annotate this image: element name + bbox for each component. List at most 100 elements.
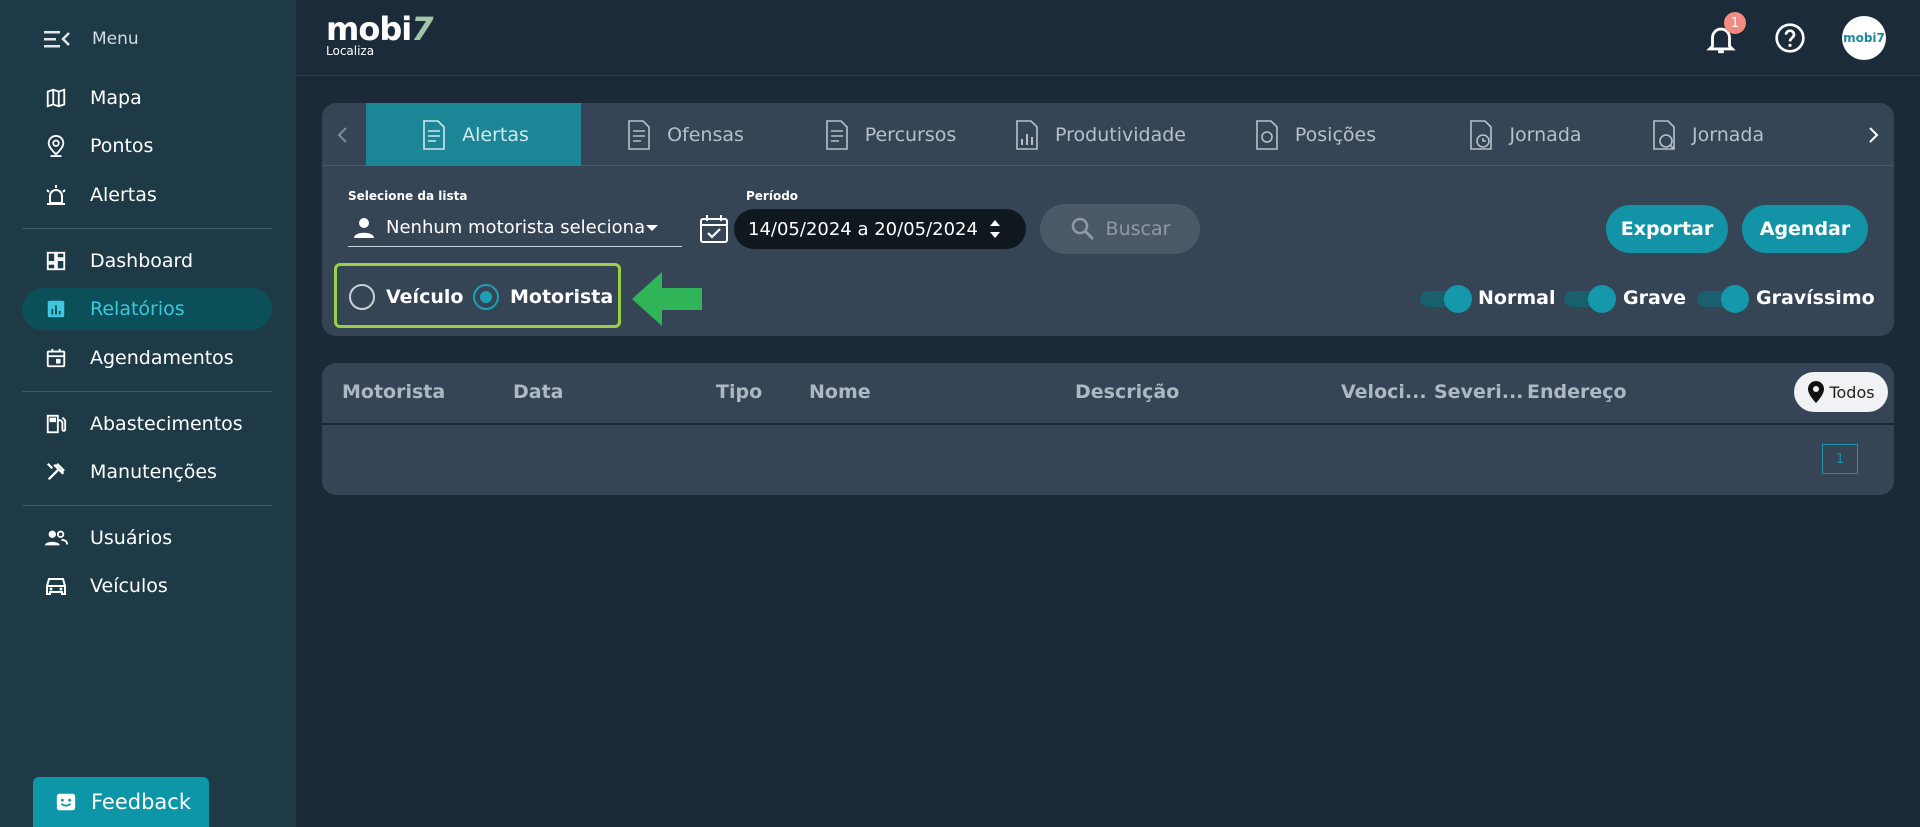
todos-map-button[interactable]: Todos bbox=[1794, 372, 1888, 412]
radio-vehicle[interactable] bbox=[349, 284, 375, 310]
feedback-button[interactable]: Feedback bbox=[33, 777, 209, 827]
tab-alertas[interactable]: Alertas bbox=[366, 103, 581, 166]
chevron-right-icon bbox=[1869, 126, 1879, 143]
location-pin-icon bbox=[1808, 381, 1825, 403]
brand-logo[interactable]: mobi7 Localiza bbox=[326, 10, 433, 58]
radio-vehicle-label[interactable]: Veículo bbox=[386, 284, 463, 310]
calendar-check-icon[interactable] bbox=[698, 213, 730, 245]
menu-label: Menu bbox=[92, 29, 139, 49]
toggle-normal-label: Normal bbox=[1478, 287, 1556, 309]
fuel-pump-icon bbox=[44, 412, 68, 436]
sidebar-item-usuarios[interactable]: Usuários bbox=[22, 517, 272, 559]
column-header-data[interactable]: Data bbox=[513, 381, 564, 403]
sidebar-item-label: Pontos bbox=[90, 135, 154, 157]
tab-posicoes[interactable]: Posições bbox=[1206, 103, 1421, 166]
driver-select-value: Nenhum motorista selecionado bbox=[386, 217, 644, 238]
toggle-gravissimo[interactable] bbox=[1697, 284, 1749, 313]
column-header-descricao[interactable]: Descrição bbox=[1075, 381, 1179, 403]
results-table: Motorista Data Tipo Nome Descrição Veloc… bbox=[322, 363, 1894, 495]
menu-toggle[interactable]: Menu bbox=[44, 24, 139, 54]
search-button[interactable]: Buscar bbox=[1040, 204, 1200, 254]
sidebar-item-label: Veículos bbox=[90, 575, 168, 597]
sidebar-item-agendamentos[interactable]: Agendamentos bbox=[22, 337, 272, 379]
siren-icon bbox=[44, 183, 68, 207]
toggle-grave-label: Grave bbox=[1623, 287, 1687, 309]
sidebar-item-manutencoes[interactable]: Manutenções bbox=[22, 451, 272, 493]
avatar[interactable]: mobi7 bbox=[1842, 16, 1886, 60]
menu-collapse-icon bbox=[44, 31, 70, 48]
sidebar-divider bbox=[22, 228, 272, 229]
toggle-normal[interactable] bbox=[1420, 284, 1472, 313]
sidebar-item-pontos[interactable]: Pontos bbox=[22, 125, 272, 167]
chevron-left-icon bbox=[337, 126, 347, 143]
report-doc-icon bbox=[628, 119, 650, 150]
sidebar-item-abastecimentos[interactable]: Abastecimentos bbox=[22, 403, 272, 445]
tab-label: Jornada bbox=[1509, 123, 1582, 146]
radio-driver-label[interactable]: Motorista bbox=[510, 284, 613, 310]
driver-select[interactable]: Nenhum motorista selecionado bbox=[348, 209, 682, 247]
column-header-motorista[interactable]: Motorista bbox=[342, 381, 445, 403]
column-header-velocidade[interactable]: Veloci... bbox=[1341, 381, 1427, 403]
report-doc-icon bbox=[1256, 119, 1278, 150]
report-doc-icon bbox=[1016, 119, 1038, 150]
column-header-tipo[interactable]: Tipo bbox=[716, 381, 762, 403]
column-header-severidade[interactable]: Severi... bbox=[1434, 381, 1523, 403]
tab-label: Percursos bbox=[864, 123, 957, 146]
person-icon bbox=[354, 217, 374, 238]
period-field[interactable]: 14/05/2024 a 20/05/2024 bbox=[734, 209, 1026, 249]
column-header-nome[interactable]: Nome bbox=[809, 381, 871, 403]
sidebar-item-label: Abastecimentos bbox=[90, 413, 243, 435]
location-pin-icon bbox=[44, 134, 68, 158]
sidebar-item-label: Agendamentos bbox=[90, 347, 234, 369]
report-filter-card: Alertas Ofensas Percursos Produtividade … bbox=[322, 103, 1894, 336]
help-icon[interactable] bbox=[1774, 22, 1806, 54]
dashboard-icon bbox=[44, 249, 68, 273]
notification-badge: 1 bbox=[1724, 12, 1746, 34]
search-icon bbox=[1071, 217, 1094, 241]
export-button[interactable]: Exportar bbox=[1606, 205, 1728, 253]
schedule-button[interactable]: Agendar bbox=[1742, 205, 1868, 253]
radio-driver[interactable] bbox=[473, 284, 499, 310]
tools-icon bbox=[44, 460, 68, 484]
up-down-arrows-icon[interactable] bbox=[988, 216, 1002, 242]
search-button-label: Buscar bbox=[1105, 218, 1171, 240]
sidebar-item-alertas[interactable]: Alertas bbox=[22, 174, 272, 216]
caret-down-icon bbox=[646, 224, 658, 231]
tab-label: Posições bbox=[1294, 123, 1377, 146]
tab-label: Ofensas bbox=[667, 123, 744, 146]
pagination-page-1[interactable]: 1 bbox=[1822, 444, 1858, 474]
period-label: Período bbox=[746, 189, 799, 203]
sidebar-item-dashboard[interactable]: Dashboard bbox=[22, 240, 272, 282]
tab-produtividade[interactable]: Produtividade bbox=[991, 103, 1206, 166]
report-doc-icon bbox=[1470, 119, 1493, 150]
sidebar-item-label: Dashboard bbox=[90, 250, 194, 272]
feedback-smile-icon bbox=[56, 793, 76, 811]
sidebar-item-label: Mapa bbox=[90, 87, 142, 109]
tab-label: Jornada bbox=[1692, 123, 1765, 146]
feedback-label: Feedback bbox=[91, 790, 192, 814]
bar-chart-icon bbox=[44, 297, 68, 321]
tabs-scroll-left-button[interactable] bbox=[322, 103, 364, 166]
toggle-grave[interactable] bbox=[1564, 284, 1616, 313]
green-pointer-arrow-icon bbox=[632, 272, 702, 326]
tab-label: Alertas bbox=[462, 123, 529, 146]
tab-jornada[interactable]: Jornada bbox=[1421, 103, 1626, 166]
sidebar-item-mapa[interactable]: Mapa bbox=[22, 77, 272, 119]
sidebar-item-label: Usuários bbox=[90, 527, 173, 549]
tab-percursos[interactable]: Percursos bbox=[786, 103, 991, 166]
toggle-gravissimo-label: Gravíssimo bbox=[1756, 287, 1875, 309]
sidebar-item-relatorios[interactable]: Relatórios bbox=[22, 288, 272, 330]
report-doc-icon bbox=[825, 119, 848, 150]
sidebar-divider bbox=[22, 391, 272, 392]
tabs-scroll-right-button[interactable] bbox=[1852, 103, 1894, 166]
report-doc-icon bbox=[1653, 119, 1675, 150]
tab-jornada-2[interactable]: Jornada bbox=[1626, 103, 1852, 166]
top-bar: mobi7 Localiza 1 mobi7 bbox=[296, 0, 1920, 76]
report-doc-icon bbox=[423, 119, 445, 150]
sidebar-item-veiculos[interactable]: Veículos bbox=[22, 565, 272, 607]
column-header-endereco[interactable]: Endereço bbox=[1527, 381, 1627, 403]
todos-label: Todos bbox=[1829, 382, 1875, 402]
calendar-icon bbox=[44, 346, 68, 370]
tab-ofensas[interactable]: Ofensas bbox=[581, 103, 786, 166]
sidebar: Menu Mapa Pontos Alertas Dashboard Relat… bbox=[0, 0, 296, 827]
